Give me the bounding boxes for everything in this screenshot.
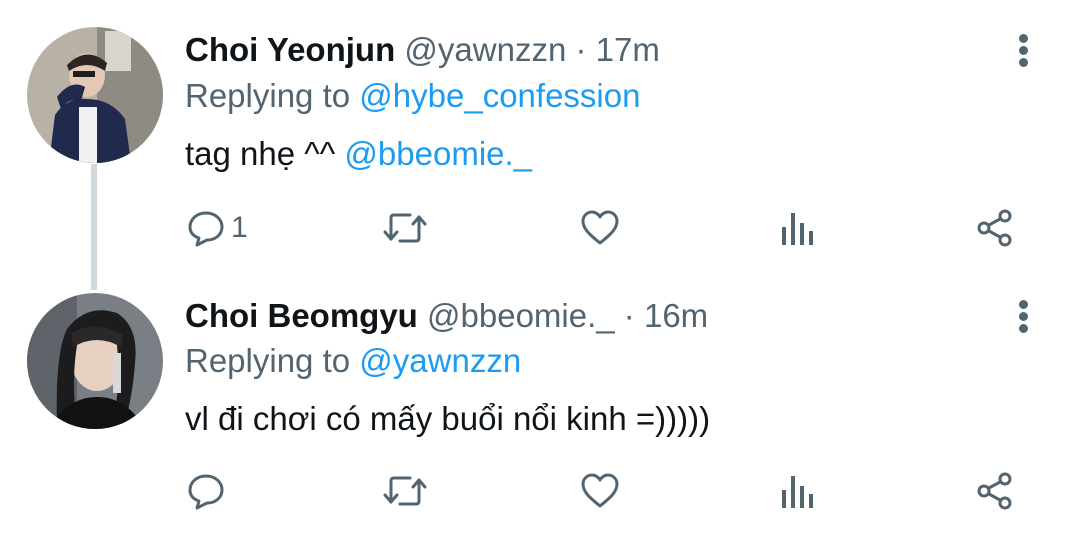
separator-dot: · [623, 297, 635, 334]
replying-to-mention[interactable]: @hybe_confession [359, 77, 640, 114]
tweet-actions: 1 [0, 203, 1080, 253]
display-name[interactable]: Choi Yeonjun [185, 31, 395, 68]
reply-button[interactable]: 1 [187, 203, 248, 253]
more-options-button[interactable] [1012, 30, 1036, 70]
replying-to-line: Replying to @yawnzzn [185, 341, 521, 381]
user-handle[interactable]: @bbeomie._ [427, 297, 615, 334]
tweet-actions [0, 466, 1080, 516]
like-button[interactable] [580, 466, 620, 516]
display-name[interactable]: Choi Beomgyu [185, 297, 418, 334]
like-button[interactable] [580, 203, 620, 253]
heart-icon [581, 210, 619, 245]
replying-to-label: Replying to [185, 342, 351, 379]
heart-icon [581, 473, 619, 508]
retweet-icon [383, 476, 427, 506]
retweet-button[interactable] [382, 466, 428, 516]
timestamp[interactable]: 17m [596, 31, 660, 68]
share-button[interactable] [975, 466, 1015, 516]
tweet-header: Choi Yeonjun @yawnzzn · 17m [185, 30, 660, 70]
more-options-button[interactable] [1012, 296, 1036, 336]
separator-dot: · [575, 31, 587, 68]
reply-count: 1 [231, 211, 248, 244]
replying-to-mention[interactable]: @yawnzzn [359, 342, 521, 379]
share-icon [977, 209, 1012, 247]
speech-bubble-icon [188, 474, 224, 510]
tweet-text: tag nhẹ ^^ @bbeomie._ [185, 134, 532, 174]
vertical-dots-icon [1019, 34, 1028, 43]
tweet-yeonjun[interactable]: Choi Yeonjun @yawnzzn · 17m Replying to … [0, 0, 1080, 270]
share-button[interactable] [975, 203, 1015, 253]
avatar[interactable] [27, 293, 163, 429]
tweet-header: Choi Beomgyu @bbeomie._ · 16m [185, 296, 708, 336]
bar-chart-icon [782, 476, 813, 508]
timestamp[interactable]: 16m [644, 297, 708, 334]
avatar[interactable] [27, 27, 163, 163]
vertical-dots-icon [1019, 300, 1028, 309]
tweet-text-plain: tag nhẹ ^^ [185, 135, 345, 172]
analytics-button[interactable] [780, 203, 816, 253]
replying-to-line: Replying to @hybe_confession [185, 76, 640, 116]
avatar-photo-icon [27, 293, 163, 429]
speech-bubble-icon [188, 211, 224, 247]
reply-button[interactable] [187, 466, 225, 516]
bar-chart-icon [782, 213, 813, 245]
tweet-text: vl đi chơi có mấy buổi nổi kinh =))))) [185, 400, 711, 437]
tweet-beomgyu[interactable]: Choi Beomgyu @bbeomie._ · 16m Replying t… [0, 270, 1080, 535]
analytics-button[interactable] [780, 466, 816, 516]
avatar-photo-icon [27, 27, 163, 163]
share-icon [977, 472, 1012, 510]
retweet-button[interactable] [382, 203, 428, 253]
replying-to-label: Replying to [185, 77, 351, 114]
retweet-icon [383, 213, 427, 243]
user-handle[interactable]: @yawnzzn [404, 31, 566, 68]
tweet-text-mention[interactable]: @bbeomie._ [344, 135, 532, 172]
